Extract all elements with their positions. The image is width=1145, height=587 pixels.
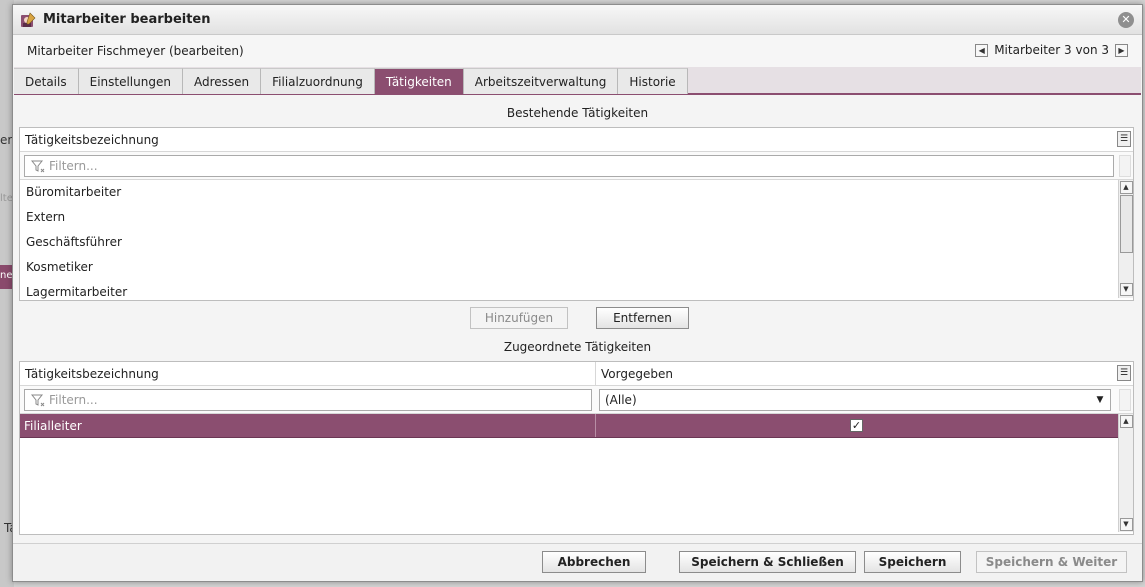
tab-details[interactable]: Details bbox=[14, 68, 79, 94]
background-text: er bbox=[0, 133, 13, 147]
table-row[interactable]: Filialleiter ✓ bbox=[20, 414, 1133, 438]
assigned-section-title: Zugeordnete Tätigkeiten bbox=[503, 340, 652, 354]
select-value: (Alle) bbox=[605, 392, 637, 407]
scroll-down-icon[interactable]: ▼ bbox=[1119, 283, 1133, 296]
dialog-footer: Abbrechen Speichern & Schließen Speicher… bbox=[13, 543, 1142, 581]
record-navigator: ◀ Mitarbeiter 3 von 3 ▶ bbox=[975, 43, 1128, 57]
dialog-subheader: Mitarbeiter Fischmeyer (bearbeiten) ◀ Mi… bbox=[13, 35, 1142, 67]
list-item[interactable]: Geschäftsführer bbox=[20, 230, 1133, 255]
filter-icon bbox=[30, 393, 45, 407]
existing-section-title: Bestehende Tätigkeiten bbox=[506, 106, 649, 120]
scroll-track[interactable] bbox=[1119, 254, 1133, 282]
grid-header: Tätigkeitsbezeichnung ☰ bbox=[20, 128, 1133, 152]
previous-record-icon[interactable]: ◀ bbox=[975, 43, 989, 57]
filter-clear-icon[interactable] bbox=[1119, 389, 1131, 411]
existing-activities-grid: Tätigkeitsbezeichnung ☰ Filtern... Bürom… bbox=[19, 127, 1134, 301]
dialog-titlebar[interactable]: Mitarbeiter bearbeiten ✕ bbox=[13, 5, 1142, 35]
background-text: ne bbox=[0, 270, 13, 281]
scroll-up-icon[interactable]: ▲ bbox=[1119, 181, 1133, 194]
tab-filialzuordnung[interactable]: Filialzuordnung bbox=[261, 68, 375, 94]
next-record-icon[interactable]: ▶ bbox=[1115, 43, 1128, 57]
scroll-up-icon[interactable]: ▲ bbox=[1119, 415, 1133, 428]
scroll-down-icon[interactable]: ▼ bbox=[1119, 518, 1133, 531]
list-item[interactable]: Kosmetiker bbox=[20, 255, 1133, 280]
list-item[interactable]: Lagermitarbeiter bbox=[20, 280, 1133, 300]
default-checkbox[interactable]: ✓ bbox=[850, 419, 863, 432]
tab-einstellungen[interactable]: Einstellungen bbox=[78, 68, 183, 94]
grid-header: Tätigkeitsbezeichnung Vorgegeben ☰ bbox=[20, 361, 1133, 386]
save-button[interactable]: Speichern bbox=[864, 551, 961, 573]
cancel-button[interactable]: Abbrechen bbox=[542, 551, 646, 573]
record-title: Mitarbeiter Fischmeyer (bearbeiten) bbox=[27, 44, 244, 58]
filter-icon bbox=[30, 159, 45, 173]
save-and-next-button[interactable]: Speichern & Weiter bbox=[976, 551, 1127, 573]
vertical-scrollbar[interactable]: ▲ ▼ bbox=[1118, 180, 1133, 298]
background-text: lte bbox=[0, 193, 13, 204]
edit-employee-dialog: Mitarbeiter bearbeiten ✕ Mitarbeiter Fis… bbox=[12, 4, 1143, 582]
filter-row: Filtern... (Alle) ▼ bbox=[20, 386, 1133, 414]
default-filter-select[interactable]: (Alle) ▼ bbox=[599, 388, 1111, 411]
close-icon[interactable]: ✕ bbox=[1118, 12, 1134, 28]
scroll-track[interactable] bbox=[1119, 429, 1133, 517]
filter-row: Filtern... bbox=[20, 152, 1133, 180]
column-header-name[interactable]: Tätigkeitsbezeichnung bbox=[20, 361, 596, 386]
add-button[interactable]: Hinzufügen bbox=[470, 307, 568, 329]
filter-clear-icon[interactable] bbox=[1119, 155, 1131, 177]
cell-name: Filialleiter bbox=[20, 414, 596, 437]
assigned-rows: Filialleiter ✓ ▲ ▼ bbox=[20, 414, 1133, 534]
existing-rows: Büromitarbeiter Extern Geschäftsführer K… bbox=[20, 180, 1133, 300]
tab-bar: Details Einstellungen Adressen Filialzuo… bbox=[14, 67, 1141, 95]
chevron-down-icon[interactable]: ▼ bbox=[1092, 392, 1108, 408]
tab-arbeitszeitverwaltung[interactable]: Arbeitszeitverwaltung bbox=[463, 68, 619, 94]
tab-adressen[interactable]: Adressen bbox=[182, 68, 262, 94]
assigned-filter-input[interactable]: Filtern... bbox=[24, 388, 592, 411]
vertical-scrollbar[interactable]: ▲ ▼ bbox=[1118, 414, 1133, 532]
list-item[interactable]: Büromitarbeiter bbox=[20, 180, 1133, 205]
tab-historie[interactable]: Historie bbox=[618, 68, 688, 94]
save-and-close-button[interactable]: Speichern & Schließen bbox=[679, 551, 856, 573]
existing-filter-input[interactable]: Filtern... bbox=[24, 154, 1114, 177]
scroll-thumb[interactable] bbox=[1119, 195, 1133, 253]
assigned-activities-grid: Tätigkeitsbezeichnung Vorgegeben ☰ Filte… bbox=[19, 361, 1134, 535]
cell-default: ✓ bbox=[596, 414, 1117, 437]
employee-edit-icon bbox=[21, 11, 36, 27]
list-item[interactable]: Extern bbox=[20, 205, 1133, 230]
remove-button[interactable]: Entfernen bbox=[596, 307, 689, 329]
tab-taetigkeiten[interactable]: Tätigkeiten bbox=[374, 68, 464, 94]
dialog-title: Mitarbeiter bearbeiten bbox=[43, 12, 211, 27]
column-menu-icon[interactable]: ☰ bbox=[1117, 365, 1131, 381]
column-menu-icon[interactable]: ☰ bbox=[1117, 131, 1131, 147]
record-position: Mitarbeiter 3 von 3 bbox=[994, 43, 1109, 57]
column-header-name[interactable]: Tätigkeitsbezeichnung bbox=[20, 128, 1117, 152]
filter-placeholder: Filtern... bbox=[49, 392, 98, 407]
column-header-default[interactable]: Vorgegeben bbox=[596, 362, 1117, 386]
filter-placeholder: Filtern... bbox=[49, 158, 98, 173]
